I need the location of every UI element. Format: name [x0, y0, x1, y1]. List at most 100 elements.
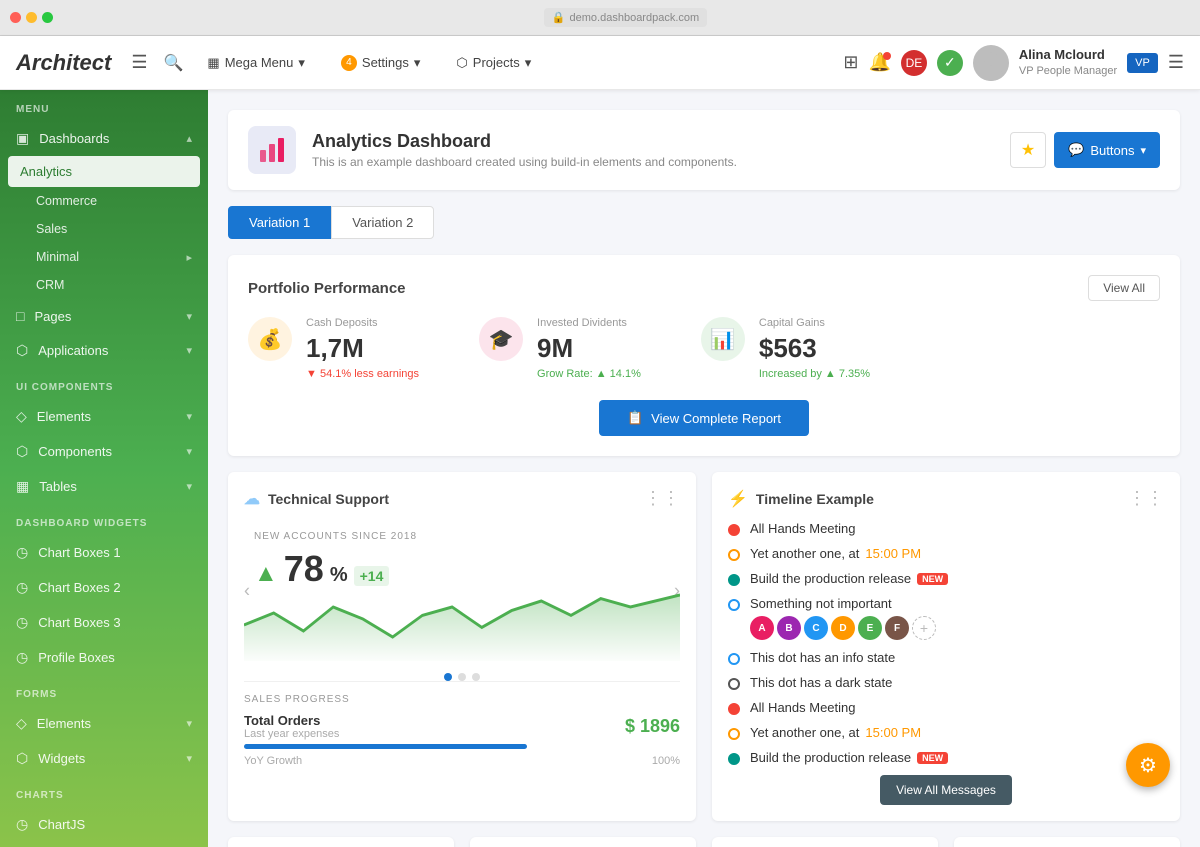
- chart-container: NEW ACCOUNTS SINCE 2018 ▲ 78 % +14 ‹ ›: [244, 521, 680, 661]
- chart-dot-3[interactable]: [472, 673, 480, 681]
- sidebar-item-apex-charts[interactable]: ◷ Apex Charts: [0, 842, 208, 847]
- timeline-content: Yet another one, at 15:00 PM: [750, 725, 1164, 740]
- sidebar-item-form-widgets[interactable]: ⬡ Widgets ▾: [0, 741, 208, 776]
- minimize-dot[interactable]: [26, 12, 37, 23]
- grid-view-icon[interactable]: ⊞: [843, 52, 858, 73]
- projects-icon: ⬡: [456, 55, 467, 71]
- cloud-icon: ☁: [244, 489, 260, 509]
- chart-dot-2[interactable]: [458, 673, 466, 681]
- notification-bell-icon[interactable]: 🔔: [868, 52, 890, 73]
- invested-dividents-label: Invested Dividents: [537, 317, 641, 329]
- timeline-content: All Hands Meeting: [750, 521, 1164, 536]
- avatar-2: B: [777, 616, 801, 640]
- stat-card-sales-income: $ 1283 sales income: [470, 837, 696, 847]
- components-icon: ⬡: [16, 443, 28, 460]
- down-arrow-icon: ▼: [306, 368, 317, 380]
- invested-dividents-sub: Grow Rate: ▲ 14.1%: [537, 368, 641, 380]
- chevron-down-icon: ▾: [186, 410, 192, 423]
- buttons-label: Buttons: [1090, 143, 1134, 158]
- sidebar-item-chart-boxes-2[interactable]: ◷ Chart Boxes 2: [0, 570, 208, 605]
- buttons-dropdown-button[interactable]: 💬 Buttons ▾: [1054, 132, 1160, 168]
- user-role: VP People Manager: [1019, 64, 1117, 78]
- sidebar-section-menu: MENU: [0, 90, 208, 121]
- sidebar-item-dashboards[interactable]: ▣ Dashboards ▴: [0, 121, 208, 156]
- chart-boxes-2-label: Chart Boxes 2: [38, 580, 120, 595]
- timeline-title-text: All Hands Meeting: [750, 700, 1164, 715]
- dashboards-icon: ▣: [16, 130, 29, 147]
- sidebar-section-widgets: DASHBOARD WIDGETS: [0, 504, 208, 535]
- total-orders-title: Total Orders: [244, 713, 339, 728]
- timeline-title-text: This dot has a dark state: [750, 675, 1164, 690]
- app-logo: Architect: [16, 50, 111, 76]
- timeline-title-text: Yet another one, at 15:00 PM: [750, 725, 1164, 740]
- sidebar-label-dashboards: Dashboards: [39, 131, 109, 146]
- page-header: Analytics Dashboard This is an example d…: [228, 110, 1180, 190]
- crm-label: CRM: [36, 278, 64, 292]
- add-avatar-button[interactable]: +: [912, 616, 936, 640]
- sidebar-item-applications[interactable]: ⬡ Applications ▾: [0, 333, 208, 368]
- menu-icon: ▦: [207, 55, 219, 71]
- timeline-time: 15:00 PM: [865, 546, 921, 561]
- sidebar-item-chart-boxes-1[interactable]: ◷ Chart Boxes 1: [0, 535, 208, 570]
- up-arrow-icon: ▲: [825, 368, 839, 380]
- maximize-dot[interactable]: [42, 12, 53, 23]
- timeline-content: Build the production release NEW: [750, 750, 1164, 765]
- sidebar-item-commerce[interactable]: Commerce: [0, 187, 208, 215]
- page-title: Analytics Dashboard: [312, 131, 994, 152]
- chart-dot-1[interactable]: [444, 673, 452, 681]
- progress-bar: [244, 744, 527, 749]
- view-all-messages-button[interactable]: View All Messages: [880, 775, 1012, 805]
- more-menu-icon[interactable]: ☰: [1168, 52, 1184, 73]
- build-production-title: Build the production release NEW: [750, 571, 1164, 586]
- sidebar-item-minimal[interactable]: Minimal ▸: [0, 243, 208, 271]
- timeline-item: Something not important A B C D E F +: [728, 596, 1164, 640]
- gear-fab-button[interactable]: ⚙: [1126, 743, 1170, 787]
- applications-label: Applications: [38, 343, 108, 358]
- chat-icon: 💬: [1068, 142, 1084, 158]
- form-widgets-label: Widgets: [38, 751, 85, 766]
- sidebar-item-components[interactable]: ⬡ Components ▾: [0, 434, 208, 469]
- projects-menu-button[interactable]: ⬡ Projects ▾: [444, 49, 543, 77]
- sidebar-item-chart-boxes-3[interactable]: ◷ Chart Boxes 3: [0, 605, 208, 640]
- metric-capital-gains: 📊 Capital Gains $563 Increased by ▲ 7.35…: [701, 317, 870, 380]
- view-complete-report-button[interactable]: 📋 View Complete Report: [599, 400, 809, 436]
- sidebar-item-crm[interactable]: CRM: [0, 271, 208, 299]
- sidebar-item-form-elements[interactable]: ◇ Elements ▾: [0, 706, 208, 741]
- metric-invested-dividents: 🎓 Invested Dividents 9M Grow Rate: ▲ 14.…: [479, 317, 641, 380]
- top-navbar: Architect ☰ 🔍 ▦ Mega Menu ▾ 4 Settings ▾…: [0, 36, 1200, 90]
- up-arrow-icon: ▲: [596, 368, 610, 380]
- app-shell: Architect ☰ 🔍 ▦ Mega Menu ▾ 4 Settings ▾…: [0, 36, 1200, 847]
- tab-variation-1[interactable]: Variation 1: [228, 206, 331, 239]
- timeline-item: Build the production release NEW: [728, 750, 1164, 765]
- widget-menu-icon[interactable]: ⋮⋮: [644, 488, 680, 509]
- status-check-icon[interactable]: ✓: [937, 50, 963, 76]
- language-flag[interactable]: DE: [901, 50, 927, 76]
- chevron-down-icon: ▾: [186, 310, 192, 323]
- chart-boxes-3-label: Chart Boxes 3: [38, 615, 120, 630]
- sidebar-item-pages[interactable]: □ Pages ▾: [0, 299, 208, 333]
- avatar[interactable]: [973, 45, 1009, 81]
- sidebar-item-profile-boxes[interactable]: ◷ Profile Boxes: [0, 640, 208, 675]
- star-button[interactable]: ★: [1010, 132, 1046, 168]
- timeline-item: Yet another one, at 15:00 PM: [728, 546, 1164, 561]
- hamburger-icon[interactable]: ☰: [131, 52, 147, 73]
- sidebar-item-analytics[interactable]: Analytics: [8, 156, 200, 187]
- cash-deposits-sub: ▼ 54.1% less earnings: [306, 368, 419, 380]
- timeline-menu-icon[interactable]: ⋮⋮: [1128, 488, 1164, 509]
- search-icon[interactable]: 🔍: [164, 53, 184, 73]
- mega-menu-button[interactable]: ▦ Mega Menu ▾: [195, 49, 316, 77]
- nav-right: ⊞ 🔔 DE ✓ Alina Mclourd VP People Manager…: [843, 45, 1184, 81]
- settings-menu-button[interactable]: 4 Settings ▾: [329, 49, 433, 77]
- sidebar-item-chartjs[interactable]: ◷ ChartJS: [0, 807, 208, 842]
- tab-variation-2[interactable]: Variation 2: [331, 206, 434, 239]
- portfolio-metrics: 💰 Cash Deposits 1,7M ▼ 54.1% less earnin…: [248, 317, 1160, 380]
- portfolio-view-all-button[interactable]: View All: [1088, 275, 1160, 301]
- sidebar-item-tables[interactable]: ▦ Tables ▾: [0, 469, 208, 504]
- sidebar-item-elements[interactable]: ◇ Elements ▾: [0, 399, 208, 434]
- timeline-content: All Hands Meeting: [750, 700, 1164, 715]
- close-dot[interactable]: [10, 12, 21, 23]
- sidebar-item-sales[interactable]: Sales: [0, 215, 208, 243]
- chevron-down-icon: ▾: [525, 55, 532, 71]
- components-label: Components: [38, 444, 112, 459]
- user-badge-button[interactable]: VP: [1127, 53, 1158, 73]
